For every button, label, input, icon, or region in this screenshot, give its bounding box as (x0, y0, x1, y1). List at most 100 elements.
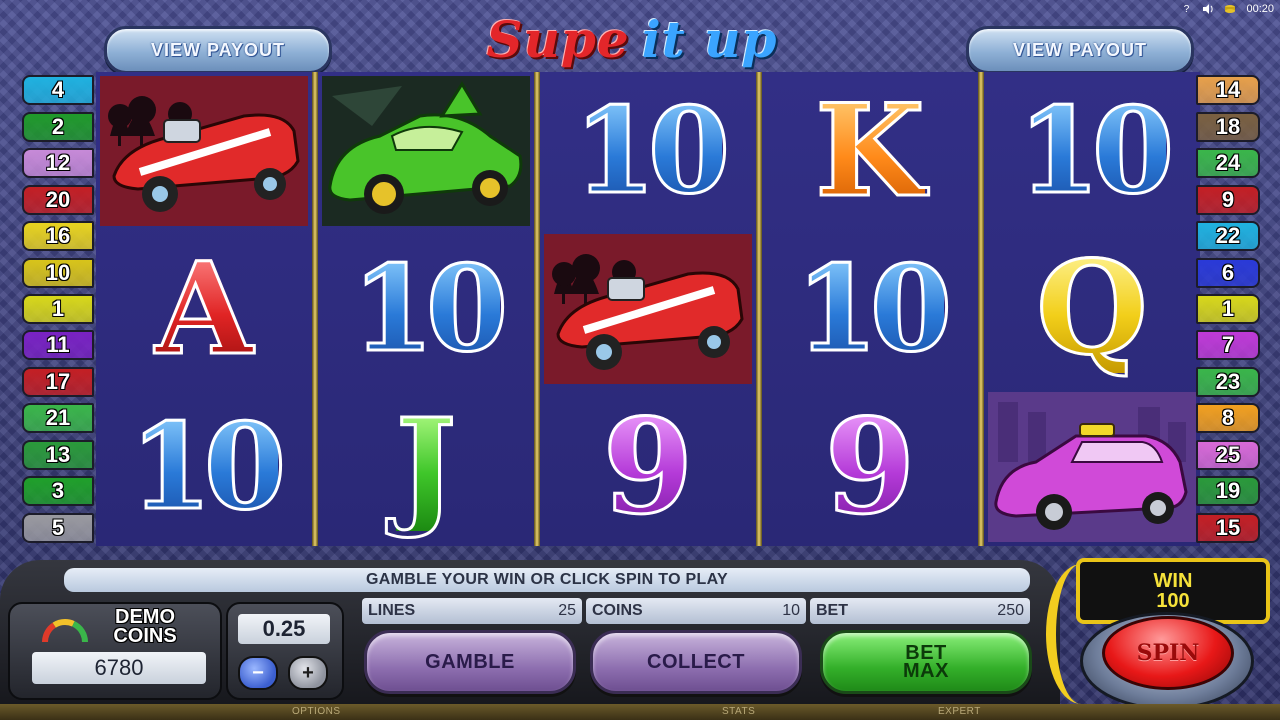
lines-value: 25 (558, 602, 576, 619)
balance-panel: DEMO COINS 6780 (8, 602, 222, 700)
message-bar: GAMBLE YOUR WIN OR CLICK SPIN TO PLAY (64, 568, 1030, 592)
bet-max-line2: MAX (903, 660, 949, 682)
car-red-hotrod-icon (544, 234, 752, 384)
symbol-text: K (814, 77, 927, 225)
payline-tab-right[interactable]: 6 (1196, 257, 1260, 288)
symbol-J: J (318, 388, 534, 546)
bet-value: 250 (997, 602, 1024, 619)
top-bar: VIEW PAYOUT Supe it up VIEW PAYOUT ? 00:… (0, 0, 1280, 74)
symbol-car-red-hotrod (540, 230, 756, 388)
game-logo: Supe it up (392, 6, 872, 72)
payline-tab-left[interactable]: 16 (22, 221, 94, 252)
symbol-text: 9 (601, 390, 694, 543)
reel-5: 10 Q (984, 72, 1200, 546)
coins-label: COINS (592, 602, 643, 619)
payline-tabs-left: 4 2 12 20 16 10 1 11 17 21 13 3 5 (0, 72, 96, 546)
bet-max-button[interactable]: BET MAX (820, 630, 1032, 694)
symbol-10: 10 (96, 388, 312, 546)
stats-row: LINES 25 COINS 10 BET 250 (362, 598, 1030, 624)
sound-icon[interactable] (1202, 3, 1214, 15)
payline-tab-right[interactable]: 18 (1196, 111, 1260, 142)
system-icons: ? 00:20 (1180, 2, 1274, 16)
expert-link[interactable]: EXPERT (938, 706, 981, 717)
symbol-text: 9 (823, 390, 916, 543)
decrease-denomination-button[interactable]: − (238, 656, 278, 690)
payline-tab-left[interactable]: 1 (22, 294, 94, 324)
lines-stat: LINES 25 (362, 598, 582, 624)
win-label: WIN (1153, 570, 1193, 592)
bet-label: BET (816, 602, 848, 619)
coins-value: 10 (782, 602, 800, 619)
coins-stat: COINS 10 (586, 598, 806, 624)
payline-tab-left[interactable]: 21 (22, 403, 94, 434)
payline-tab-right[interactable]: 7 (1196, 330, 1260, 361)
stats-link[interactable]: STATS (722, 706, 755, 717)
symbol-car-red-hotrod (96, 72, 312, 230)
payline-tab-right[interactable]: 1 (1196, 294, 1260, 324)
car-purple-taxi-icon (988, 392, 1196, 542)
symbol-10: 10 (762, 230, 978, 388)
symbol-A: A (96, 230, 312, 388)
car-red-hotrod-icon (100, 76, 308, 226)
car-green-coupe-icon (322, 76, 530, 226)
payline-tab-left[interactable]: 11 (22, 330, 94, 361)
options-link[interactable]: OPTIONS (292, 706, 341, 717)
symbol-text: 10 (1016, 81, 1175, 220)
view-payout-button-left[interactable]: VIEW PAYOUT (104, 26, 332, 74)
symbol-text: 10 (794, 239, 953, 378)
symbol-10: 10 (984, 72, 1200, 230)
payline-tab-right[interactable]: 19 (1196, 476, 1260, 507)
payline-tab-left[interactable]: 13 (22, 439, 94, 470)
payline-tab-right[interactable]: 9 (1196, 184, 1260, 215)
payline-tabs-right: 14 18 24 9 22 6 1 7 23 8 25 19 15 (1196, 72, 1280, 546)
collect-button[interactable]: COLLECT (590, 630, 802, 694)
control-panel: GAMBLE YOUR WIN OR CLICK SPIN TO PLAY DE… (0, 548, 1280, 720)
logo-part-2: it up (641, 9, 778, 69)
gamble-button[interactable]: GAMBLE (364, 630, 576, 694)
symbol-K: K (762, 72, 978, 230)
symbol-text: 10 (128, 397, 287, 536)
reel-4: K 10 9 (762, 72, 978, 546)
clock: 00:20 (1246, 3, 1274, 15)
payline-tab-right[interactable]: 23 (1196, 366, 1260, 397)
payline-tab-left[interactable]: 4 (22, 75, 94, 106)
payline-tab-right[interactable]: 24 (1196, 148, 1260, 179)
win-spin-area: WIN 100 SPIN (1046, 558, 1280, 710)
payline-tab-right[interactable]: 25 (1196, 439, 1260, 470)
denomination-value: 0.25 (238, 614, 330, 644)
symbol-text: J (394, 392, 458, 542)
symbol-9: 9 (762, 388, 978, 546)
symbol-10: 10 (318, 230, 534, 388)
symbol-text: A (154, 235, 255, 383)
balance-label-line2: COINS (113, 625, 177, 647)
payline-tab-right[interactable]: 15 (1196, 512, 1260, 543)
symbol-car-green-coupe (318, 72, 534, 230)
payline-tab-left[interactable]: 2 (22, 111, 94, 142)
symbol-text: Q (1035, 234, 1149, 384)
bet-stat: BET 250 (810, 598, 1030, 624)
payline-tab-left[interactable]: 17 (22, 366, 94, 397)
help-icon[interactable]: ? (1180, 3, 1192, 15)
reel-1: A 10 (96, 72, 312, 546)
increase-denomination-button[interactable]: + (288, 656, 328, 690)
reel-3: 10 9 (540, 72, 756, 546)
balance-label: DEMO COINS (80, 607, 210, 647)
reel-area: A 10 10 J 10 9 K 10 9 10 Q (96, 72, 1200, 546)
payline-tab-right[interactable]: 22 (1196, 221, 1260, 252)
payline-tab-right[interactable]: 8 (1196, 403, 1260, 434)
symbol-text: 10 (572, 81, 731, 220)
payline-tab-left[interactable]: 20 (22, 184, 94, 215)
payline-tab-left[interactable]: 3 (22, 476, 94, 507)
denomination-panel: 0.25 − + (226, 602, 344, 700)
symbol-10: 10 (540, 72, 756, 230)
payline-tab-left[interactable]: 5 (22, 512, 94, 543)
view-payout-button-right[interactable]: VIEW PAYOUT (966, 26, 1194, 74)
payline-tab-left[interactable]: 10 (22, 257, 94, 288)
payline-tab-left[interactable]: 12 (22, 148, 94, 179)
coin-stack-icon (1224, 3, 1236, 15)
symbol-car-purple-taxi (984, 388, 1200, 546)
payline-tab-right[interactable]: 14 (1196, 75, 1260, 106)
symbol-9: 9 (540, 388, 756, 546)
win-value: 100 (1156, 590, 1190, 612)
spin-button[interactable]: SPIN (1102, 616, 1234, 690)
